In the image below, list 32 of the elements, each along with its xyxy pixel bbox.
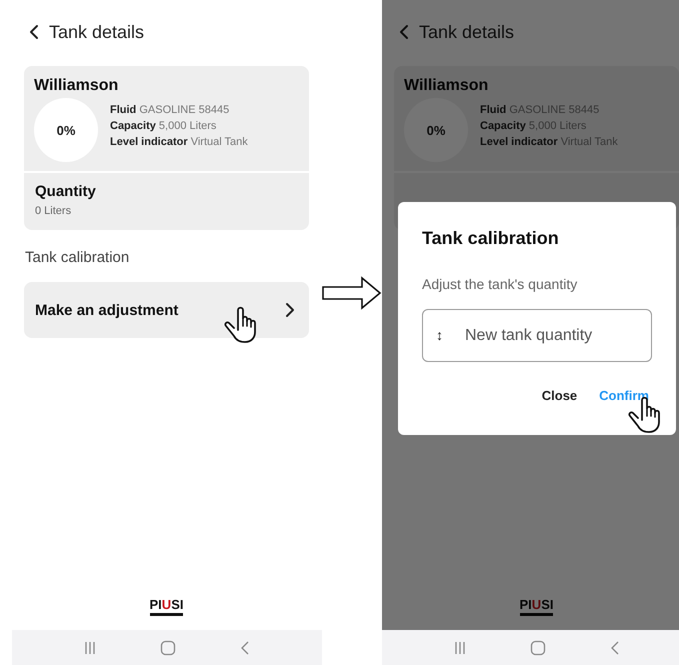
close-button[interactable]: Close xyxy=(538,386,580,405)
dialog-prompt: Adjust the tank's quantity xyxy=(422,276,578,292)
recent-apps-icon[interactable] xyxy=(454,640,466,654)
tank-name: Williamson xyxy=(404,77,490,95)
home-icon[interactable] xyxy=(160,640,176,656)
quantity-label: Quantity xyxy=(35,183,97,200)
adjustment-label: Make an adjustment xyxy=(35,302,178,318)
level-gauge: 0% xyxy=(34,98,98,162)
logo-underline xyxy=(520,613,554,616)
back-icon[interactable] xyxy=(29,24,39,40)
detail-line: Capacity 5,000 Liters xyxy=(110,119,218,134)
home-icon[interactable] xyxy=(530,640,546,656)
tank-name: Williamson xyxy=(34,77,120,95)
logo-text: PI xyxy=(150,599,162,611)
screen-title: Tank details xyxy=(49,22,144,42)
logo-text: PI xyxy=(520,599,532,611)
logo-text: SI xyxy=(171,599,184,611)
chevron-right-icon xyxy=(285,302,295,318)
hand-pointer-icon xyxy=(222,306,258,344)
up-down-arrow-icon: ↕ xyxy=(436,326,443,344)
logo-text: U xyxy=(532,599,542,611)
detail-line: Fluid GASOLINE 58445 xyxy=(110,103,230,118)
recent-apps-icon[interactable] xyxy=(84,640,96,654)
quantity-value: 0 Liters xyxy=(35,205,72,217)
screen-title: Tank details xyxy=(419,22,514,42)
logo-text: U xyxy=(162,599,172,611)
section-label: Tank calibration xyxy=(25,249,130,266)
logo-underline xyxy=(150,613,184,616)
detail-line: Level indicator Virtual Tank xyxy=(110,135,248,150)
logo-text: SI xyxy=(541,599,554,611)
level-gauge: 0% xyxy=(404,98,468,162)
dialog-title: Tank calibration xyxy=(422,228,560,249)
